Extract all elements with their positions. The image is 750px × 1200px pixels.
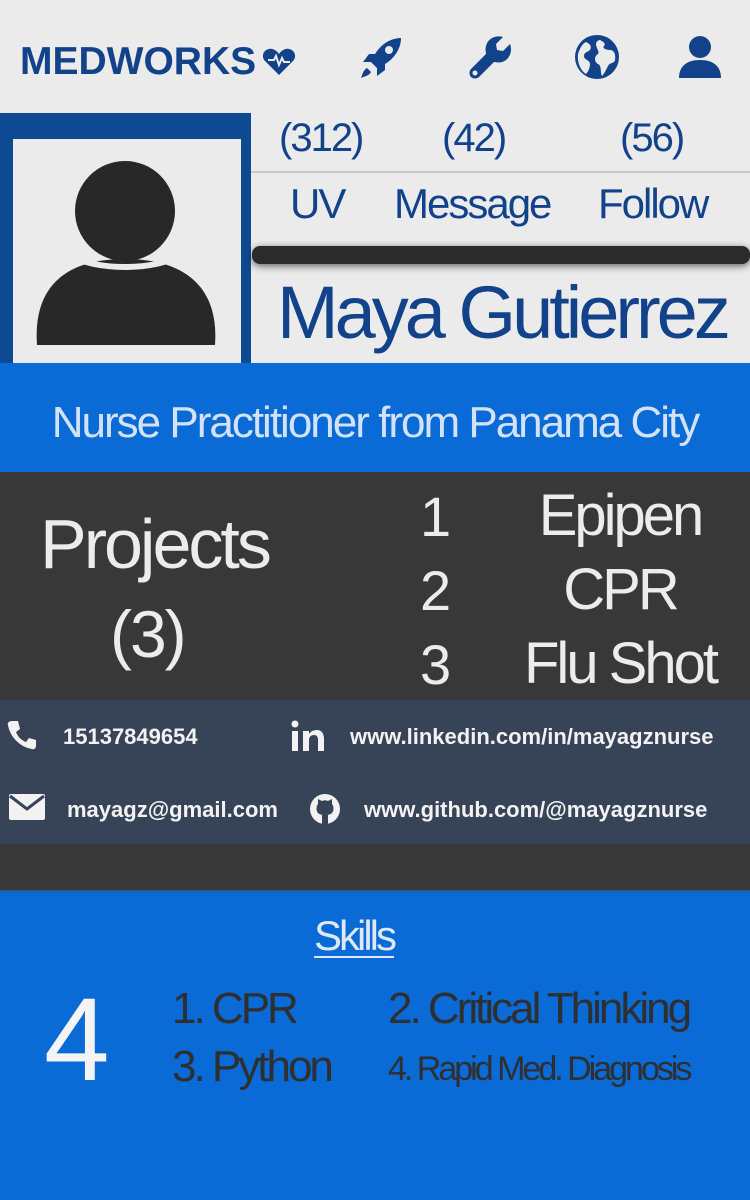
- heart-icon: [263, 48, 296, 75]
- phone-number[interactable]: 15137849654: [63, 724, 198, 750]
- user-icon[interactable]: [675, 32, 725, 82]
- avatar-frame: [0, 113, 251, 363]
- skill-item: 3. Python: [172, 1042, 334, 1091]
- avatar[interactable]: [13, 139, 241, 363]
- project-number: 3: [420, 633, 452, 696]
- projects-title: Projects: [40, 505, 272, 583]
- message-link[interactable]: Message: [394, 180, 552, 228]
- profile-name: Maya Gutierrez: [277, 271, 731, 354]
- skills-divider: [0, 890, 750, 892]
- email-icon: [9, 794, 45, 820]
- skill-item: 4. Rapid Med. Diagnosis: [388, 1050, 692, 1088]
- uv-count: (312): [279, 116, 364, 160]
- profile-subtitle: Nurse Practitioner from Panama City: [51, 398, 700, 447]
- brand-name: MEDWORKS: [20, 40, 257, 83]
- follow-count: (56): [620, 116, 685, 160]
- project-item[interactable]: Epipen: [490, 482, 750, 549]
- uv-link[interactable]: UV: [290, 180, 346, 228]
- message-count: (42): [442, 116, 507, 160]
- project-number: 1: [420, 485, 452, 548]
- linkedin-link[interactable]: www.linkedin.com/in/mayagznurse: [350, 724, 714, 750]
- project-item[interactable]: CPR: [490, 556, 750, 623]
- user-avatar-icon: [36, 161, 216, 345]
- email-link[interactable]: mayagz@gmail.com: [67, 797, 278, 823]
- phone-icon: [7, 721, 37, 750]
- github-link[interactable]: www.github.com/@mayagznurse: [364, 797, 707, 823]
- skills-count: 4: [44, 974, 110, 1106]
- rocket-icon[interactable]: [357, 32, 407, 82]
- linkedin-icon: [291, 720, 324, 751]
- skills-title[interactable]: Skills: [314, 912, 397, 960]
- github-icon: [310, 794, 340, 824]
- projects-count: (3): [110, 597, 187, 671]
- follow-link[interactable]: Follow: [598, 180, 709, 228]
- project-number: 2: [420, 559, 452, 622]
- brand-logo[interactable]: MEDWORKS: [20, 40, 296, 84]
- skill-item: 2. Critical Thinking: [388, 984, 692, 1033]
- wrench-icon[interactable]: [466, 32, 516, 82]
- separator-bar: [252, 246, 750, 264]
- top-nav-bar: MEDWORKS: [0, 0, 750, 113]
- globe-icon[interactable]: [572, 32, 622, 82]
- project-item[interactable]: Flu Shot: [490, 630, 750, 697]
- skill-item: 1. CPR: [172, 984, 299, 1033]
- stats-divider: [251, 171, 750, 173]
